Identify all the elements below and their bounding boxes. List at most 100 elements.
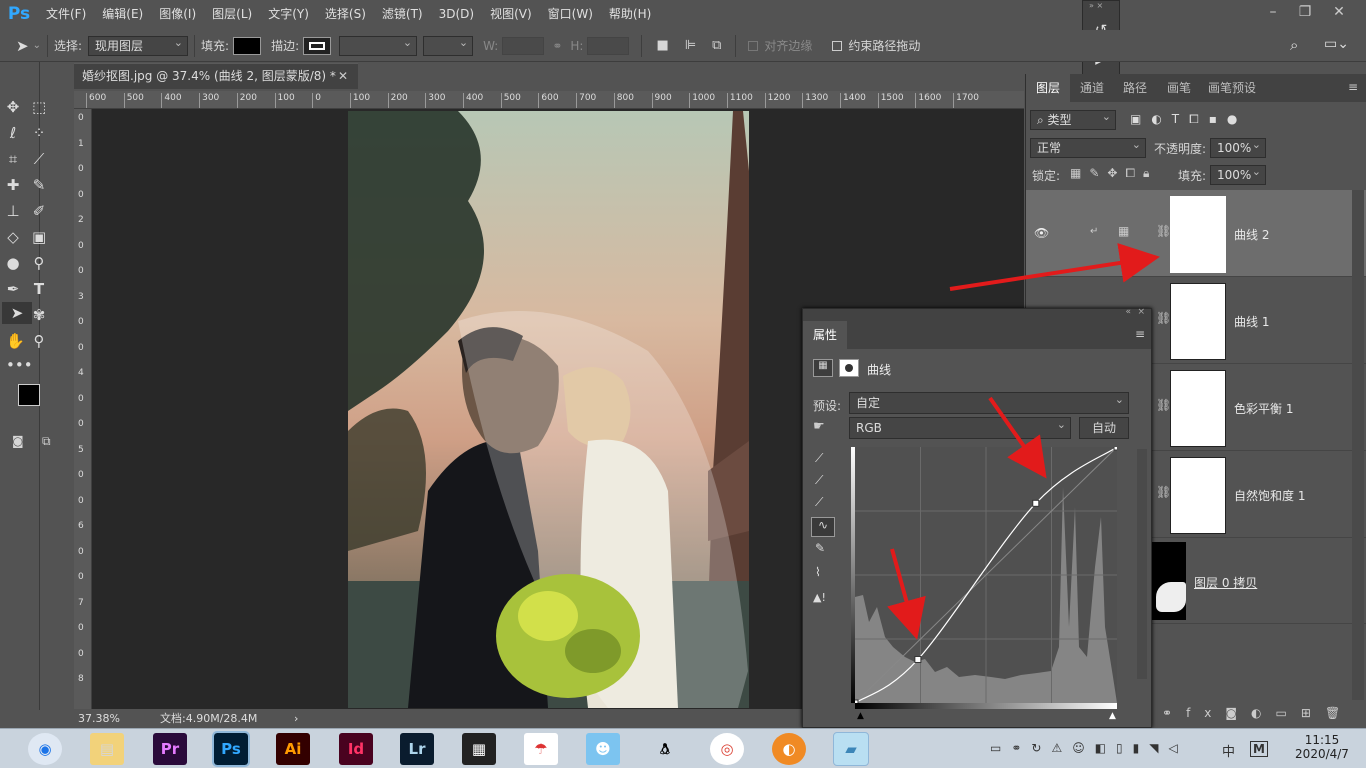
chrome-icon[interactable]: ◎ — [710, 733, 744, 765]
gray-point-eyedropper-icon[interactable]: ⟋ — [815, 473, 823, 488]
layers-scrollbar[interactable] — [1352, 190, 1364, 700]
width-input[interactable] — [502, 36, 545, 55]
fill-swatch[interactable] — [233, 36, 262, 55]
file-explorer-icon[interactable]: ▤ — [90, 733, 124, 765]
new-layer-icon[interactable]: ⊞ — [1301, 706, 1325, 720]
layer-name[interactable]: 图层 0 拷贝 — [1194, 574, 1257, 591]
fx-icon[interactable]: fx — [1186, 706, 1225, 720]
restore-icon[interactable]: ❐ — [1288, 0, 1322, 26]
foreground-color-swatch[interactable] — [18, 384, 40, 406]
umbrella-app-icon[interactable]: ☂ — [524, 733, 558, 765]
menu-help[interactable]: 帮助(H) — [601, 0, 659, 28]
chevron-down-icon[interactable]: ⌄ — [33, 40, 41, 51]
tab-brush-presets[interactable]: 画笔预设 — [1202, 74, 1262, 102]
illustrator-icon[interactable]: Ai — [276, 733, 310, 765]
curves-graph[interactable] — [851, 443, 1121, 707]
smooth-curve-icon[interactable]: ⌇ — [815, 565, 821, 579]
tab-channels[interactable]: 通道 — [1072, 74, 1112, 102]
zoom-level[interactable]: 37.38% — [78, 710, 120, 728]
clipping-warning-icon[interactable]: ▲! — [813, 591, 826, 604]
stroke-width-dropdown[interactable] — [339, 34, 418, 56]
layer-mask-thumbnail[interactable] — [1170, 370, 1226, 447]
white-slider-icon[interactable]: ▲ — [1109, 711, 1116, 721]
path-operations-icon[interactable]: ■ — [656, 38, 668, 53]
premiere-icon[interactable]: Pr — [153, 733, 187, 765]
hand-tool-icon[interactable]: ✋ — [6, 330, 25, 352]
crop-tool-icon[interactable]: ⌗ — [6, 148, 20, 170]
brush-tool-icon[interactable]: ✎ — [32, 174, 46, 196]
lightroom-icon[interactable]: Lr — [400, 733, 434, 765]
layer-row[interactable]: 👁︎ ↵ ▦ ⛓︎ 曲线 2 — [1026, 190, 1366, 277]
eyedropper-tool-icon[interactable]: ⟋ — [32, 148, 46, 170]
tray-icons[interactable]: ▭⚭↻⚠☺◧▯▮◥◁ — [990, 741, 1188, 755]
auto-button[interactable]: 自动 — [1079, 417, 1129, 439]
curve-control-point[interactable] — [1032, 499, 1040, 507]
close-icon[interactable]: ✕ — [1322, 0, 1356, 26]
layer-mask-thumbnail[interactable] — [1170, 457, 1226, 534]
link-layers-icon[interactable]: ⚭ — [1162, 706, 1186, 720]
black-slider-icon[interactable]: ▲ — [857, 711, 864, 721]
chain-link-icon[interactable]: ⛓︎ — [1156, 485, 1171, 499]
curve-control-point[interactable] — [1113, 443, 1121, 451]
tab-paths[interactable]: 路径 — [1114, 74, 1156, 102]
path-alignment-icon[interactable]: ⊫ — [685, 38, 696, 53]
tab-properties[interactable]: 属性 — [803, 321, 847, 349]
panel-header-strip[interactable]: « × — [803, 307, 1151, 321]
menu-3d[interactable]: 3D(D) — [431, 0, 482, 28]
minimize-icon[interactable]: – — [1256, 0, 1290, 26]
notes-app-icon[interactable]: ▰ — [833, 732, 869, 766]
document-tab[interactable]: 婚纱抠图.jpg @ 37.4% (曲线 2, 图层蒙版/8) * ✕ — [74, 63, 358, 89]
photoshop-taskbar-icon[interactable]: Ps — [212, 731, 250, 767]
layer-name[interactable]: 色彩平衡 1 — [1234, 400, 1293, 417]
align-edges-checkbox[interactable] — [748, 40, 759, 51]
group-folder-icon[interactable]: ▭ — [1276, 706, 1301, 720]
eraser-tool-icon[interactable]: ◇ — [6, 226, 20, 248]
menu-layer[interactable]: 图层(L) — [204, 0, 260, 28]
path-select-tool-icon-active[interactable]: ➤ — [2, 302, 32, 324]
cat-app-icon[interactable]: ☻ — [586, 733, 620, 765]
tab-layers[interactable]: 图层 — [1026, 74, 1070, 102]
preset-dropdown[interactable]: 自定 — [849, 390, 1129, 414]
collapse-icon[interactable]: » × — [1083, 1, 1119, 13]
pencil-tool-icon[interactable]: ✎ — [815, 541, 825, 555]
marquee-tool-icon[interactable]: ⬚ — [32, 96, 46, 118]
layer-name[interactable]: 自然饱和度 1 — [1234, 487, 1305, 504]
lock-icons[interactable]: ▦✎✥⧠🔒︎ — [1070, 166, 1157, 181]
type-tool-icon[interactable]: T — [32, 278, 46, 300]
quick-mask-icon[interactable]: ◙ — [12, 434, 24, 448]
collapse-icon[interactable]: « — [1125, 307, 1131, 317]
more-tools-icon[interactable]: ••• — [6, 354, 33, 376]
document-info[interactable]: 文档:4.90M/28.4M — [160, 710, 257, 728]
stamp-tool-icon[interactable]: ⊥ — [6, 200, 20, 222]
quick-select-tool-icon[interactable]: ⁘ — [32, 122, 46, 144]
path-select-tool-icon[interactable]: ➤ — [16, 37, 29, 55]
healing-brush-icon[interactable]: ✚ — [6, 174, 20, 196]
panel-menu-icon[interactable]: ≡ — [1135, 327, 1145, 341]
move-tool-icon[interactable]: ✥ — [6, 96, 20, 118]
layer-thumbnail[interactable] — [1152, 542, 1186, 620]
start-button-icon[interactable]: ◉ — [28, 733, 62, 765]
layer-filter-dropdown[interactable]: ⌕ 类型 — [1030, 108, 1116, 130]
adjustment-layer-icon[interactable]: ◐ — [1251, 706, 1275, 720]
menu-image[interactable]: 图像(I) — [151, 0, 204, 28]
curve-control-point[interactable] — [914, 655, 922, 663]
height-input[interactable] — [587, 36, 630, 55]
on-image-adjust-icon[interactable]: ☛ — [813, 419, 825, 434]
document-image[interactable] — [348, 111, 749, 708]
screen-mode-icon[interactable]: ⧉ — [42, 434, 51, 449]
close-icon[interactable]: × — [1137, 307, 1145, 317]
menu-filter[interactable]: 滤镜(T) — [374, 0, 431, 28]
status-menu-icon[interactable]: › — [294, 710, 298, 728]
search-icon[interactable]: ⌕ — [1290, 36, 1298, 54]
video-editor-icon[interactable]: ▦ — [462, 733, 496, 765]
curves-icon[interactable]: ▦ — [813, 359, 833, 377]
curve-points-tool-icon[interactable]: ∿ — [811, 517, 835, 537]
indesign-icon[interactable]: Id — [339, 733, 373, 765]
eye-icon[interactable]: 👁︎ — [1034, 226, 1049, 240]
channel-dropdown[interactable]: RGB — [849, 415, 1071, 439]
menu-select[interactable]: 选择(S) — [317, 0, 374, 28]
custom-shape-tool-icon[interactable]: ✾ — [32, 304, 46, 326]
layer-mask-thumbnail[interactable] — [1170, 283, 1226, 360]
workspace-icon[interactable]: ▭⌄ — [1324, 36, 1349, 52]
pen-tool-icon[interactable]: ✒ — [6, 278, 20, 300]
